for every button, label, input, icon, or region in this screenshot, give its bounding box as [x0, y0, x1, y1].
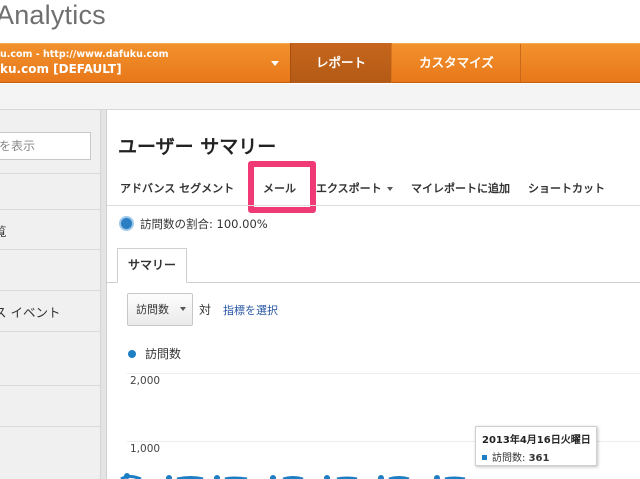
sub-strip: [0, 84, 640, 110]
sidebar-item-label: 覧: [0, 224, 7, 239]
tab-customize[interactable]: カスタマイズ: [393, 44, 521, 82]
data-point[interactable]: [124, 473, 130, 479]
sidebar-item-overview[interactable]: 覧: [0, 209, 100, 249]
data-point[interactable]: [270, 475, 276, 479]
account-url: u.com - http://www.dafuku.com: [0, 49, 169, 60]
sidebar-item-blank[interactable]: [0, 249, 100, 290]
legend-dot-icon: [128, 349, 136, 358]
tooltip-metric: 訪問数: [492, 453, 522, 464]
metric-select[interactable]: 訪問数: [127, 293, 193, 326]
toolbar-divider: [107, 205, 640, 206]
data-point[interactable]: [166, 475, 172, 479]
versus-label: 対: [199, 303, 212, 317]
sidebar-item-blank[interactable]: [0, 331, 100, 385]
metric-select-value: 訪問数: [136, 303, 169, 316]
add-to-dashboard-button[interactable]: マイレポートに追加: [411, 180, 510, 196]
brand-header: Analytics: [0, 0, 640, 43]
chevron-down-icon: [386, 187, 393, 191]
tooltip-metric-row: 訪問数: 361: [482, 449, 590, 464]
segment-text: 訪問数の割合: 100.00%: [140, 217, 268, 231]
segment-indicator: 訪問数の割合: 100.00%: [119, 216, 268, 232]
sidebar: を表示 覧 ス イベント: [0, 110, 101, 479]
sidebar-item-blank[interactable]: [0, 426, 100, 479]
sidebar-search-input[interactable]: を表示: [0, 132, 91, 160]
series-swatch-icon: [482, 454, 487, 460]
tooltip-value: 361: [528, 453, 550, 464]
data-point[interactable]: [434, 475, 440, 479]
export-button[interactable]: エクスポート: [316, 180, 393, 196]
main-content: ユーザー サマリー アドバンス セグメント メール エクスポート マイレポートに…: [107, 110, 640, 479]
brand-title: Analytics: [0, 0, 106, 30]
tab-report[interactable]: レポート: [290, 43, 392, 83]
advanced-segments-button[interactable]: アドバンス セグメント: [120, 180, 234, 196]
data-point[interactable]: [214, 475, 220, 479]
page-title: ユーザー サマリー: [118, 136, 277, 158]
sidebar-divider: [0, 173, 100, 174]
sidebar-item-label: ス イベント: [0, 305, 61, 320]
account-name: ku.com [DEFAULT]: [0, 62, 122, 76]
shortcut-button[interactable]: ショートカット: [528, 180, 605, 196]
data-point[interactable]: [324, 475, 330, 479]
sidebar-item-events[interactable]: ス イベント: [0, 290, 100, 331]
legend-label: 訪問数: [145, 347, 182, 361]
pie-segment-icon: [119, 216, 134, 231]
chevron-down-icon: [271, 61, 279, 66]
sidebar-item-blank[interactable]: [0, 385, 100, 426]
chevron-down-icon: [180, 307, 186, 311]
select-metric-link[interactable]: 指標を選択: [223, 302, 278, 318]
data-point[interactable]: [378, 475, 384, 479]
chart-legend: 訪問数: [128, 345, 181, 362]
top-nav: u.com - http://www.dafuku.com ku.com [DE…: [0, 43, 640, 83]
chart-tooltip: 2013年4月16日火曜日 訪問数: 361: [475, 426, 597, 466]
export-label: エクスポート: [316, 182, 382, 195]
tooltip-date: 2013年4月16日火曜日: [482, 435, 591, 446]
account-selector[interactable]: u.com - http://www.dafuku.com ku.com [DE…: [0, 44, 290, 82]
tab-summary[interactable]: サマリー: [117, 248, 187, 283]
report-toolbar: アドバンス セグメント メール エクスポート マイレポートに追加 ショートカット: [107, 172, 640, 200]
